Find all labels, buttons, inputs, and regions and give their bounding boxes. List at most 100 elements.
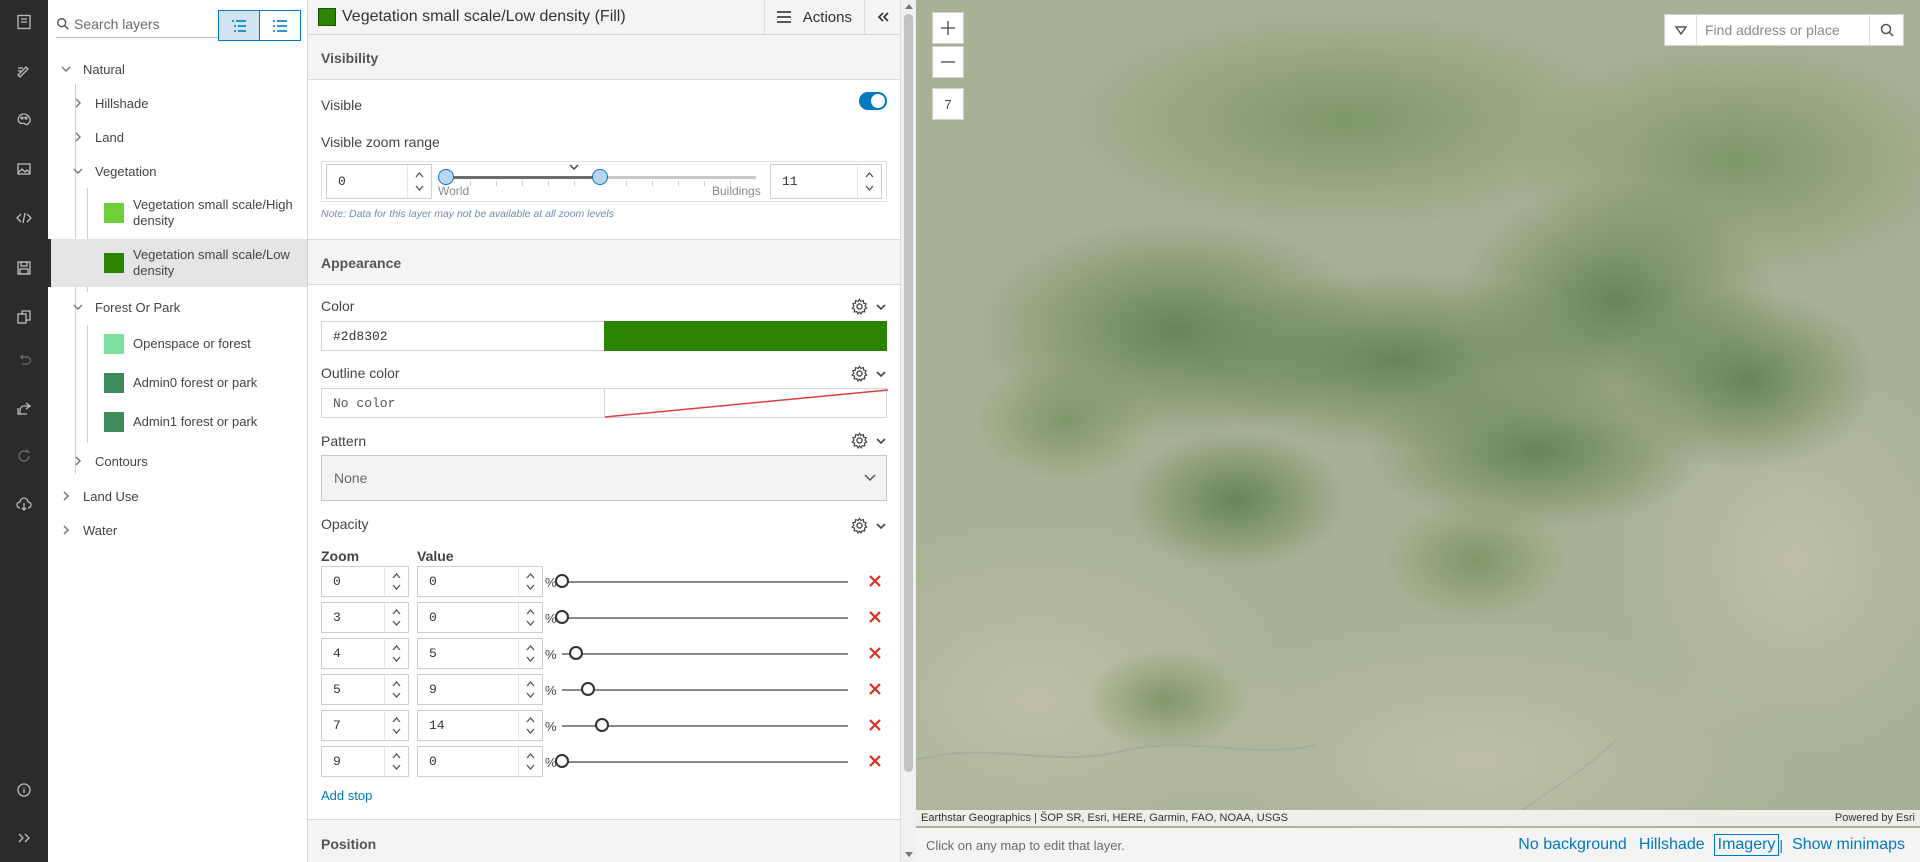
visibility-section-heading[interactable]: Visibility: [308, 36, 900, 80]
stop-zoom-input[interactable]: 3: [321, 602, 409, 633]
edit-style-icon[interactable]: [0, 51, 48, 91]
add-stop-link[interactable]: Add stop: [321, 788, 372, 803]
stepper-icon[interactable]: [518, 639, 542, 668]
image-icon[interactable]: [0, 149, 48, 189]
expand-sidebar-icon[interactable]: [0, 818, 48, 858]
color-settings-button[interactable]: [851, 298, 886, 315]
cloud-download-icon[interactable]: [0, 484, 48, 524]
search-source-dropdown[interactable]: [1665, 15, 1697, 45]
stepper-icon[interactable]: [384, 567, 408, 596]
color-hex-input[interactable]: #2d8302: [321, 321, 605, 351]
tree-layer-vegetation-low[interactable]: Vegetation small scale/Low density: [48, 239, 307, 287]
save-icon[interactable]: [0, 248, 48, 288]
pattern-select[interactable]: None: [321, 455, 887, 501]
tree-layer-openspace[interactable]: Openspace or forest: [48, 325, 307, 363]
paint-palette-icon[interactable]: [0, 100, 48, 140]
tree-group-vegetation[interactable]: Vegetation: [48, 154, 307, 188]
stepper-icon[interactable]: [857, 165, 881, 198]
stop-zoom-input[interactable]: 0: [321, 566, 409, 597]
opacity-settings-button[interactable]: [851, 517, 886, 534]
opacity-slider-track[interactable]: [562, 689, 848, 691]
max-zoom-input[interactable]: 11: [770, 164, 882, 199]
copy-icon[interactable]: [0, 297, 48, 337]
tree-group-land[interactable]: Land: [48, 120, 307, 154]
zoom-in-button[interactable]: [932, 12, 964, 44]
delete-stop-button[interactable]: [868, 574, 882, 588]
stepper-icon[interactable]: [384, 603, 408, 632]
opacity-slider-handle[interactable]: [595, 718, 610, 732]
tree-layer-vegetation-high[interactable]: Vegetation small scale/High density: [48, 189, 307, 237]
outline-picker-swatch[interactable]: [604, 388, 888, 418]
address-search-input[interactable]: [1697, 22, 1869, 38]
opacity-slider-track[interactable]: [562, 581, 848, 583]
stepper-icon[interactable]: [384, 639, 408, 668]
delete-stop-button[interactable]: [868, 754, 882, 768]
tree-group-water[interactable]: Water: [48, 513, 307, 547]
zoom-out-button[interactable]: [932, 46, 964, 78]
share-icon[interactable]: [0, 388, 48, 428]
min-zoom-handle[interactable]: [438, 169, 454, 185]
tree-group-contours[interactable]: Contours: [48, 444, 307, 478]
scrollbar-thumb[interactable]: [904, 14, 913, 772]
hillshade-option[interactable]: Hillshade: [1636, 835, 1708, 855]
stop-value-input[interactable]: 14: [417, 710, 543, 741]
appearance-section-heading[interactable]: Appearance: [308, 241, 900, 285]
stop-value-input[interactable]: 0: [417, 602, 543, 633]
collapse-panel-button[interactable]: [864, 0, 900, 35]
opacity-slider-handle[interactable]: [580, 682, 595, 696]
stop-value-input[interactable]: 9: [417, 674, 543, 705]
delete-stop-button[interactable]: [868, 718, 882, 732]
tree-layer-admin0-forest[interactable]: Admin0 forest or park: [48, 364, 307, 402]
max-zoom-handle[interactable]: [592, 169, 608, 185]
stop-value-input[interactable]: 0: [417, 746, 543, 777]
color-picker-swatch[interactable]: [604, 321, 887, 351]
stepper-icon[interactable]: [384, 711, 408, 740]
opacity-slider-track[interactable]: [562, 653, 848, 655]
delete-stop-button[interactable]: [868, 610, 882, 624]
stepper-icon[interactable]: [384, 747, 408, 776]
stepper-icon[interactable]: [518, 711, 542, 740]
tree-group-land-use[interactable]: Land Use: [48, 479, 307, 513]
stepper-icon[interactable]: [518, 675, 542, 704]
tree-layer-admin1-forest[interactable]: Admin1 forest or park: [48, 403, 307, 441]
opacity-slider-handle[interactable]: [555, 754, 569, 768]
stepper-icon[interactable]: [407, 165, 431, 198]
map-view[interactable]: 7 Earthstar Geographics | ŠOP SR, Esri, …: [916, 0, 1920, 862]
undo-icon[interactable]: [0, 340, 48, 380]
tree-group-hillshade[interactable]: Hillshade: [48, 86, 307, 120]
min-zoom-input[interactable]: 0: [326, 164, 432, 199]
stop-zoom-input[interactable]: 7: [321, 710, 409, 741]
refresh-icon[interactable]: [0, 436, 48, 476]
show-minimaps-option[interactable]: Show minimaps: [1789, 835, 1908, 855]
delete-stop-button[interactable]: [868, 682, 882, 696]
position-section-heading[interactable]: Position: [308, 822, 900, 862]
stop-zoom-input[interactable]: 4: [321, 638, 409, 669]
tree-view-button[interactable]: [218, 10, 260, 41]
outline-hex-input[interactable]: No color: [321, 388, 605, 418]
stepper-icon[interactable]: [384, 675, 408, 704]
info-icon[interactable]: [0, 770, 48, 810]
stop-value-input[interactable]: 5: [417, 638, 543, 669]
no-background-option[interactable]: No background: [1515, 835, 1630, 855]
imagery-option[interactable]: Imagery: [1713, 834, 1780, 856]
flat-view-button[interactable]: [259, 10, 301, 41]
address-search-button[interactable]: [1869, 15, 1903, 45]
stepper-icon[interactable]: [518, 747, 542, 776]
editor-scrollbar[interactable]: [900, 0, 916, 862]
stepper-icon[interactable]: [518, 567, 542, 596]
delete-stop-button[interactable]: [868, 646, 882, 660]
powered-by-text[interactable]: Powered by Esri: [1835, 812, 1915, 824]
stop-value-input[interactable]: 0: [417, 566, 543, 597]
stepper-icon[interactable]: [518, 603, 542, 632]
opacity-slider-handle[interactable]: [555, 610, 569, 624]
opacity-slider-handle[interactable]: [555, 574, 569, 588]
tree-group-natural[interactable]: Natural: [48, 52, 307, 86]
code-icon[interactable]: [0, 198, 48, 238]
pattern-settings-button[interactable]: [851, 432, 886, 449]
outline-settings-button[interactable]: [851, 365, 886, 382]
stop-zoom-input[interactable]: 9: [321, 746, 409, 777]
actions-button[interactable]: Actions: [763, 0, 864, 35]
stop-zoom-input[interactable]: 5: [321, 674, 409, 705]
tree-group-forest-or-park[interactable]: Forest Or Park: [48, 290, 307, 324]
layers-panel-icon[interactable]: [0, 2, 48, 42]
